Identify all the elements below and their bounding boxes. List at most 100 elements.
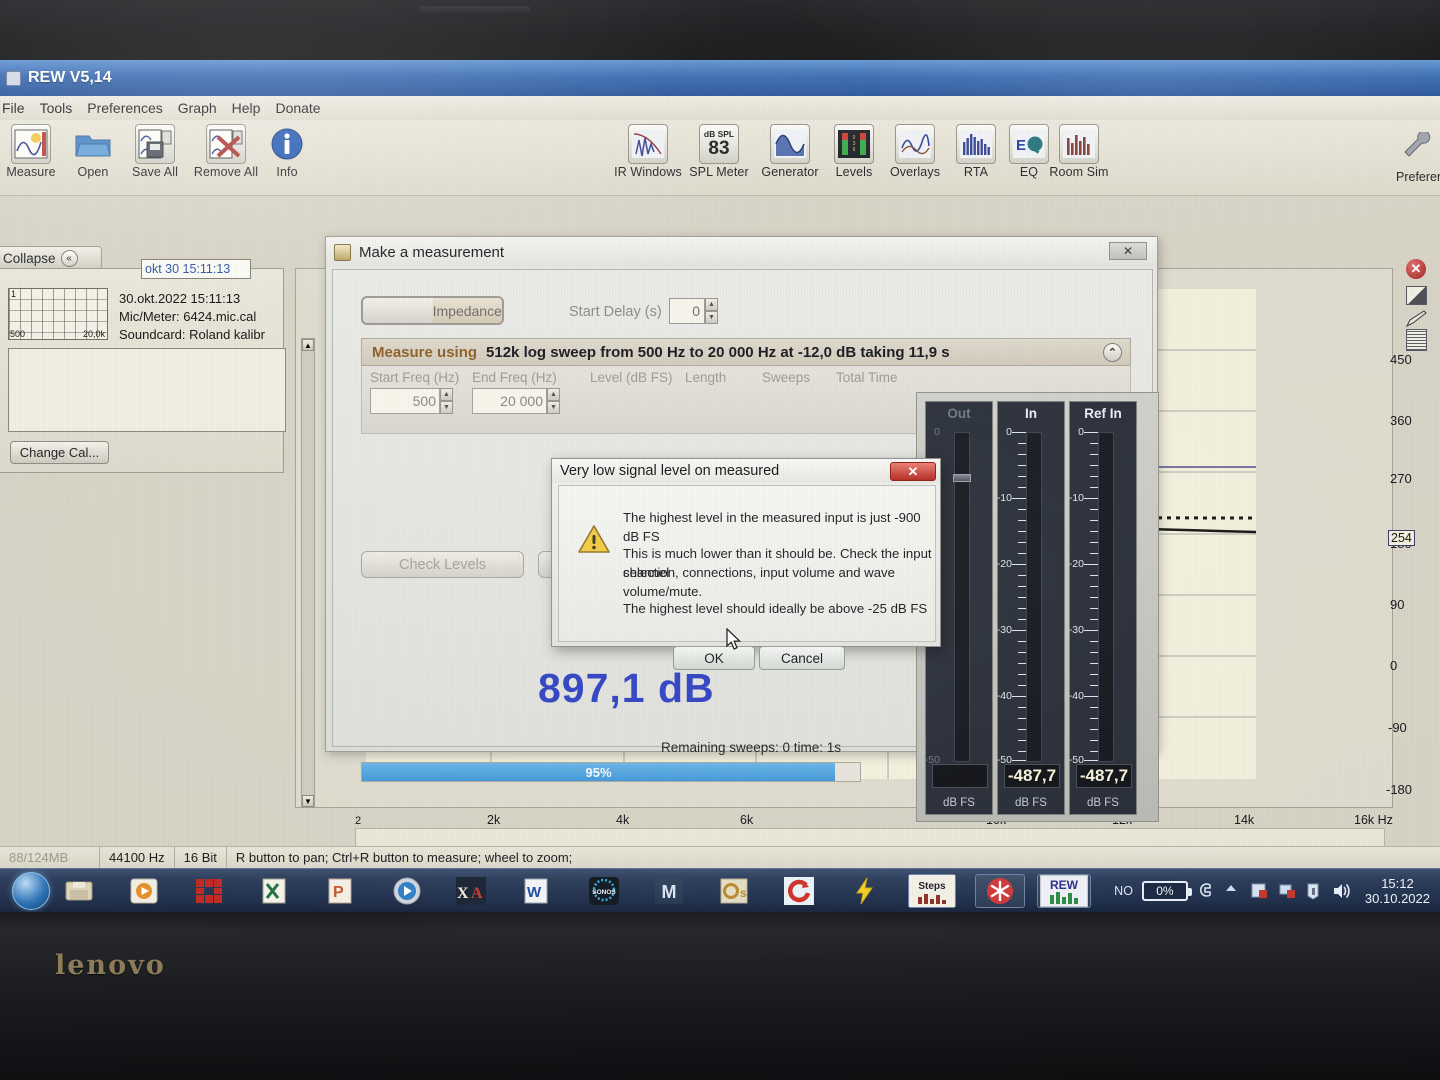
menu-item-donate[interactable]: Donate	[275, 100, 320, 116]
mode-toggle[interactable]: Impedance	[361, 296, 504, 325]
toolbar-label-preferences[interactable]: Preferer	[1396, 170, 1440, 184]
start-delay-label: Start Delay (s)	[569, 304, 662, 320]
svg-text:s: s	[740, 886, 747, 900]
start-orb[interactable]	[12, 872, 50, 910]
warning-ok-button[interactable]: OK	[673, 646, 755, 670]
menu-item-help[interactable]: Help	[232, 100, 261, 116]
network-icon[interactable]	[1278, 882, 1296, 900]
action-center-icon[interactable]	[1251, 882, 1269, 900]
taskbar-word-icon[interactable]: W	[518, 874, 555, 908]
volume-icon[interactable]	[1332, 882, 1350, 900]
measurement-mic: Mic/Meter: 6424.mic.cal	[119, 309, 257, 324]
taskbar-powerpoint-icon[interactable]: P	[322, 874, 359, 908]
svg-text:W: W	[527, 884, 542, 901]
power-plug-icon[interactable]	[1197, 882, 1215, 900]
warning-close-button[interactable]: ✕	[890, 462, 936, 481]
menu-item-tools[interactable]: Tools	[40, 100, 73, 116]
taskbar-clock[interactable]: 15:12 30.10.2022	[1359, 876, 1436, 906]
delete-icon[interactable]: ✕	[1406, 259, 1426, 279]
meter-out-handle[interactable]	[953, 474, 971, 482]
spinner-up-icon[interactable]: ▲	[440, 388, 453, 401]
taskbar-sonos-icon[interactable]: SONOS	[585, 874, 622, 908]
meter-in-tick-20: -20	[996, 558, 1012, 570]
measurement-name-field[interactable]: okt 30 15:11:13	[141, 259, 251, 279]
taskbar-rew-icon[interactable]: REW	[1037, 874, 1091, 908]
chevron-up-icon[interactable]: ⌃	[1103, 342, 1122, 362]
graph-vertical-scrollbar[interactable]: ▲ ▼	[301, 338, 315, 808]
meter-in-tick-30: -30	[996, 624, 1012, 636]
webcam-strip	[420, 6, 530, 16]
taskbar-media-player-icon[interactable]	[125, 874, 162, 908]
spinner-up-icon[interactable]: ▲	[705, 298, 718, 311]
measure-using-strip[interactable]: Measure using 512k log sweep from 500 Hz…	[361, 338, 1131, 366]
collapse-button[interactable]: Collapse «	[0, 246, 102, 270]
level-meters-panel: Out 0 -50 dB FS In 0 -10 -20 -30 -40 -50…	[916, 392, 1159, 822]
clock-time: 15:12	[1381, 876, 1414, 891]
make-measurement-close-label: ✕	[1122, 244, 1134, 258]
toolbar-button-spl-meter[interactable]: dB SPL 83 SPL Meter	[678, 120, 760, 179]
spinner-start-freq[interactable]: ▲ ▼	[440, 388, 453, 414]
folder-open-icon	[73, 124, 113, 164]
change-cal-button[interactable]: Change Cal...	[10, 441, 109, 464]
warning-cancel-button[interactable]: Cancel	[759, 646, 845, 670]
spinner-down-icon[interactable]: ▼	[440, 401, 453, 414]
toolbar-button-info[interactable]: Info	[246, 120, 328, 179]
meter-ref-in-readout: -487,7	[1076, 764, 1132, 788]
measurement-name-value: okt 30 15:11:13	[145, 262, 231, 276]
taskbar-steps-icon[interactable]: Steps	[908, 874, 956, 908]
menubar[interactable]: File Tools Preferences Graph Help Donate	[0, 96, 1440, 120]
scroll-up-arrow[interactable]: ▲	[302, 339, 314, 351]
security-icon[interactable]	[1305, 882, 1323, 900]
input-start-freq[interactable]: 500	[370, 388, 440, 414]
meter-out-readout	[932, 764, 988, 788]
warning-title: Very low signal level on measured	[560, 463, 780, 479]
input-end-freq[interactable]: 20 000	[472, 388, 547, 414]
warning-titlebar: Very low signal level on measured	[552, 459, 940, 483]
spinner-up-icon[interactable]: ▲	[547, 388, 560, 401]
menu-item-file[interactable]: File	[2, 100, 25, 116]
pencil-icon[interactable]	[1405, 310, 1427, 328]
taskbar-snowflake-icon[interactable]	[975, 874, 1025, 908]
value-end-freq: 20 000	[500, 393, 543, 409]
toolbar-button-ir-windows[interactable]: IR Windows	[607, 120, 689, 179]
battery-icon[interactable]: 0%	[1141, 881, 1192, 901]
svg-text:Steps: Steps	[918, 881, 946, 892]
taskbar-c-icon[interactable]	[780, 874, 817, 908]
meter-in-tick-10: -10	[996, 492, 1012, 504]
toolbar-button-room-sim[interactable]: Room Sim	[1038, 120, 1120, 179]
spinner-down-icon[interactable]: ▼	[705, 311, 718, 324]
taskbar-xa-icon[interactable]: XA	[452, 874, 489, 908]
remove-all-icon	[206, 124, 246, 164]
tray-expand-icon[interactable]	[1224, 882, 1242, 900]
laptop-brand: lenovo	[55, 950, 166, 981]
start-delay-spinner[interactable]: ▲ ▼	[705, 298, 718, 324]
notes-textarea[interactable]	[8, 348, 286, 432]
taskbar-explorer-icon[interactable]	[60, 874, 97, 908]
taskbar-os-icon[interactable]: s	[715, 874, 752, 908]
taskbar-red-grid-icon[interactable]	[190, 874, 227, 908]
cal-icon[interactable]	[1406, 329, 1427, 351]
system-tray: NO 0% 15:12 30.10.2022	[1114, 869, 1436, 912]
meter-ref-in-track	[1098, 432, 1114, 762]
menu-item-preferences[interactable]: Preferences	[87, 100, 162, 116]
meter-in-title: In	[1025, 406, 1037, 421]
mode-toggle-spl[interactable]	[363, 298, 433, 323]
spinner-down-icon[interactable]: ▼	[547, 401, 560, 414]
menu-item-graph[interactable]: Graph	[178, 100, 217, 116]
warning-ok-label: OK	[704, 650, 724, 666]
taskbar-media-center-icon[interactable]	[388, 874, 425, 908]
measurement-thumbnail[interactable]: 1 500 20,0k	[8, 288, 108, 340]
meter-out-title: Out	[947, 406, 971, 421]
spl-meter-icon: dB SPL 83	[699, 124, 739, 164]
scroll-down-arrow[interactable]: ▼	[302, 795, 314, 807]
make-measurement-close-button[interactable]: ✕	[1109, 242, 1147, 260]
toolbar-button-save-all[interactable]: Save All	[114, 120, 196, 179]
mode-toggle-impedance[interactable]: Impedance	[432, 298, 502, 323]
taskbar-excel-icon[interactable]	[256, 874, 293, 908]
spinner-end-freq[interactable]: ▲ ▼	[547, 388, 560, 414]
taskbar-lightning-icon[interactable]	[846, 874, 883, 908]
start-delay-input[interactable]: 0	[669, 298, 705, 324]
notes-icon[interactable]	[1406, 286, 1427, 305]
check-levels-button[interactable]: Check Levels	[361, 551, 524, 578]
taskbar-m-icon[interactable]: M	[650, 874, 687, 908]
